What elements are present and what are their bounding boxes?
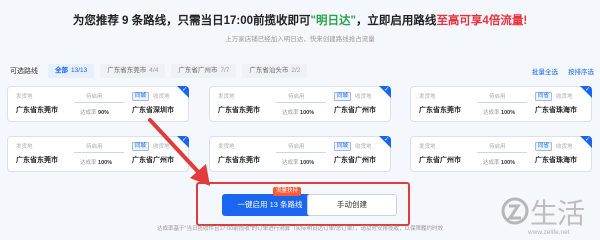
route-card[interactable]: ✓ 发货地 广东省广州市 待启用 达成率 100% 同省 收货地 广东省珠海市 xyxy=(410,136,592,172)
rate-value: 100% xyxy=(300,160,315,166)
check-icon: ✓ xyxy=(383,137,389,143)
status-label: 待启用 xyxy=(86,94,103,100)
watermark-url: www.zelife.net xyxy=(528,229,570,236)
tab-count: 4/4 xyxy=(149,67,159,74)
dest-label: 收货地 xyxy=(355,94,372,100)
page-headline: 为您推荐 9 条路线，只需当日17:00前揽收即可"明日达"，立即启用路线至高可… xyxy=(0,12,600,28)
rate-text: 达成率 100% xyxy=(483,158,515,166)
dest-city: 广东省深圳市 xyxy=(132,107,174,114)
check-icon: ✓ xyxy=(584,137,590,143)
dest-label: 收货地 xyxy=(355,144,372,150)
status-label: 待启用 xyxy=(288,144,305,150)
origin-label: 发货地 xyxy=(218,94,235,100)
tab-shantou[interactable]: 广东省汕头市 2/2 xyxy=(242,64,308,78)
rate-label: 达成率 xyxy=(282,160,299,166)
route-type-badge: 同城 xyxy=(334,142,352,151)
dest-city: 广东省广州市 xyxy=(334,157,376,164)
dest-label: 收货地 xyxy=(556,144,573,150)
filter-label: 可选路线 xyxy=(10,68,38,75)
dest-city: 广东省广州市 xyxy=(334,107,376,114)
headline-prefix: 为您推荐 9 条路线，只需当日17:00前揽收即可 xyxy=(72,15,311,27)
filter-actions: 批量全选 按排序选 xyxy=(522,66,594,76)
route-arrow xyxy=(276,152,326,153)
rate-value: 100% xyxy=(501,160,516,166)
rate-text: 达成率 100% xyxy=(282,158,314,166)
sort-link[interactable]: 按排序选 xyxy=(568,66,594,76)
dest-label: 收货地 xyxy=(153,94,170,100)
origin-city: 广东省东莞市 xyxy=(419,107,461,114)
origin-label: 发货地 xyxy=(16,94,33,100)
dest-label: 收货地 xyxy=(556,94,573,100)
tab-count: 7/7 xyxy=(220,67,230,74)
headline-traffic: 至高可享4倍流量! xyxy=(436,15,528,27)
status-label: 待启用 xyxy=(86,144,103,150)
traffic-support-badge: 流量扶持 xyxy=(273,187,302,196)
rate-label: 达成率 xyxy=(80,160,97,166)
tab-guangzhou[interactable]: 广东省广州市 7/7 xyxy=(171,64,237,78)
dest-city: 广东省珠海市 xyxy=(535,107,577,114)
route-type-badge: 同城 xyxy=(132,92,150,101)
route-arrow xyxy=(477,152,527,153)
origin-city: 广东省东莞市 xyxy=(218,157,260,164)
rate-text: 达成率 90% xyxy=(80,108,109,116)
route-arrow xyxy=(477,102,527,103)
origin-city: 广东省东莞市 xyxy=(218,107,260,114)
headline-mid: ，立即启用路线 xyxy=(355,15,437,27)
rate-value: 100% xyxy=(501,110,516,116)
route-type-badge: 同省 xyxy=(535,142,553,151)
page-subtitle: 上万家店铺已经加入明日达，快来创建路线抢占流量 xyxy=(225,36,375,43)
tab-label: 广东省东莞市 xyxy=(107,67,147,74)
origin-label: 发货地 xyxy=(419,144,436,150)
rate-label: 达成率 xyxy=(483,160,500,166)
origin-label: 发货地 xyxy=(419,94,436,100)
tab-dongguan[interactable]: 广东省东莞市 4/4 xyxy=(100,64,166,78)
status-label: 待启用 xyxy=(288,94,305,100)
route-card[interactable]: ✓ 发货地 广东省东莞市 待启用 达成率 100% 同城 收货地 广东省广州市 xyxy=(209,136,391,172)
select-all-link[interactable]: 批量全选 xyxy=(532,66,558,76)
route-card[interactable]: ✓ 发货地 广东省东莞市 待启用 达成率 100% 同省 收货地 广东省珠海市 xyxy=(410,86,592,122)
rate-label: 达成率 xyxy=(483,110,500,116)
tab-count: 13/13 xyxy=(71,67,88,74)
watermark-text: 生活 xyxy=(530,197,585,230)
rate-label: 达成率 xyxy=(80,110,97,116)
red-arrow-annotation xyxy=(148,118,210,186)
manual-create-button[interactable]: 手动创建 xyxy=(307,194,397,216)
tab-label: 全部 xyxy=(55,67,68,74)
route-arrow xyxy=(74,152,124,153)
rate-value: 100% xyxy=(98,160,113,166)
tab-label: 广东省广州市 xyxy=(178,67,218,74)
origin-city: 广东省东莞市 xyxy=(16,107,58,114)
route-card[interactable]: ✓ 发货地 广东省东莞市 待启用 达成率 100% 同城 收货地 广东省广州市 xyxy=(209,86,391,122)
watermark-logo-icon xyxy=(501,197,529,225)
headline-next-day: "明日达" xyxy=(310,15,356,27)
rate-label: 达成率 xyxy=(282,110,299,116)
rate-text: 达成率 100% xyxy=(80,158,112,166)
tab-label: 广东省汕头市 xyxy=(249,67,289,74)
dest-city: 广东省珠海市 xyxy=(535,157,577,164)
origin-city: 广东省东莞市 xyxy=(16,157,58,164)
check-icon: ✓ xyxy=(584,87,590,93)
check-icon: ✓ xyxy=(383,87,389,93)
check-icon: ✓ xyxy=(181,87,187,93)
status-label: 待启用 xyxy=(489,144,506,150)
origin-city: 广东省广州市 xyxy=(419,157,461,164)
route-arrow xyxy=(276,102,326,103)
route-type-badge: 同城 xyxy=(334,92,352,101)
route-filter-bar: 可选路线 全部 13/13 广东省东莞市 4/4 广东省广州市 7/7 广东省汕头市 2… xyxy=(10,63,594,79)
route-arrow xyxy=(74,102,124,103)
origin-label: 发货地 xyxy=(218,144,235,150)
rate-value: 90% xyxy=(98,110,110,116)
tab-count: 2/2 xyxy=(291,67,301,74)
rate-value: 100% xyxy=(300,110,315,116)
route-type-badge: 同省 xyxy=(535,92,553,101)
rate-text: 达成率 100% xyxy=(282,108,314,116)
status-label: 待启用 xyxy=(489,94,506,100)
tab-all[interactable]: 全部 13/13 xyxy=(48,64,95,78)
rate-text: 达成率 100% xyxy=(483,108,515,116)
enable-all-routes-button[interactable]: 一键启用 13 条路线 xyxy=(222,194,318,216)
origin-label: 发货地 xyxy=(16,144,33,150)
